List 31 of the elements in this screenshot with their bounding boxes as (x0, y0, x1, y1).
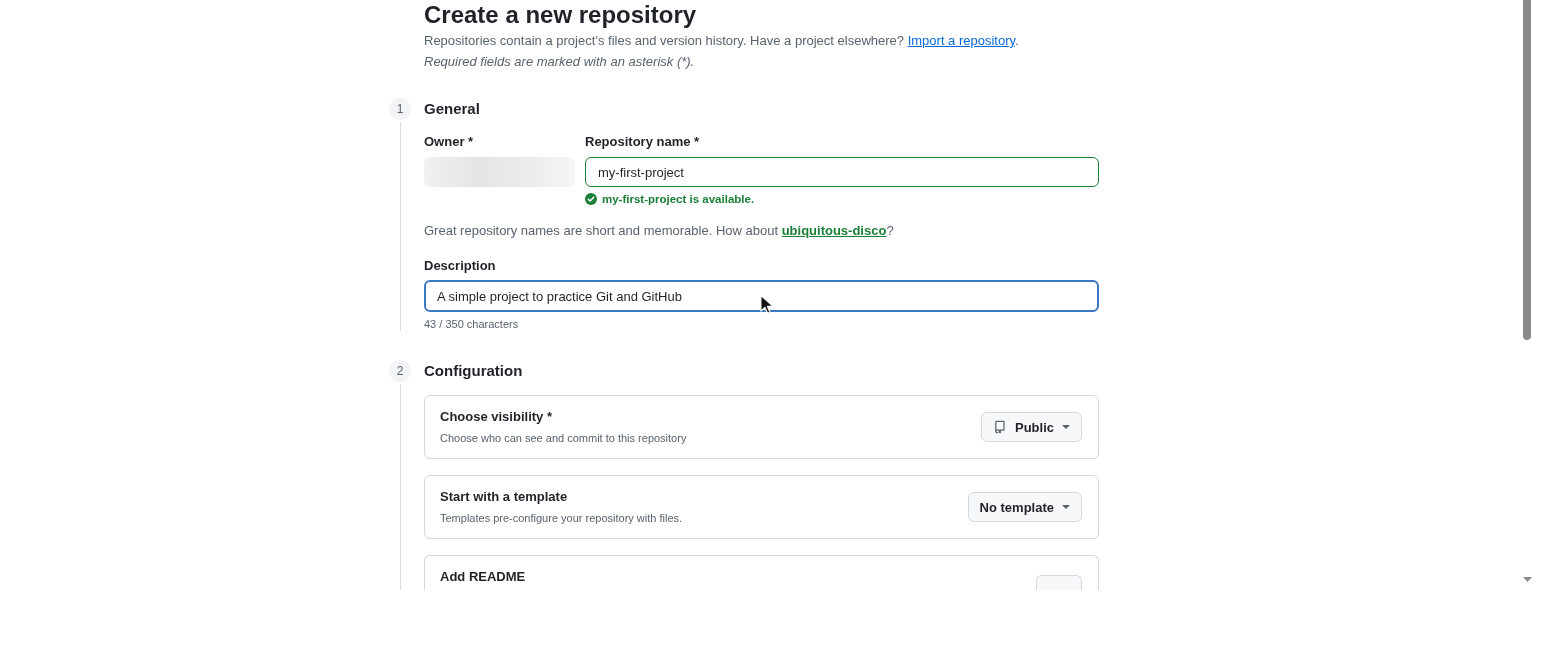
step-number: 1 (389, 98, 411, 120)
repository-name-input[interactable]: my-first-project (585, 157, 1099, 187)
option-description: Choose who can see and commit to this repository (440, 431, 687, 446)
check-circle-icon (585, 193, 597, 205)
section-heading: Configuration (424, 361, 524, 381)
caret-down-icon (1062, 425, 1070, 429)
intro-text: Repositories contain a project’s files and version history. Have a project elsewhere? Import a repository. (424, 32, 1020, 50)
option-description: Templates pre-configure your repository with files. (440, 511, 683, 526)
required-fields-note: Required fields are marked with an asterisk (*). (424, 53, 696, 71)
scrollbar-thumb[interactable] (1523, 0, 1531, 340)
character-counter: 43 / 350 characters (424, 317, 520, 331)
section-heading: General (424, 99, 481, 119)
suggested-name-link[interactable]: ubiquitous-disco (781, 223, 887, 238)
step-number: 2 (389, 360, 411, 382)
repository-name-label: Repository name * (585, 134, 701, 150)
cut-off-control[interactable] (1036, 575, 1082, 590)
visibility-dropdown[interactable]: Public (981, 412, 1082, 442)
description-input[interactable]: A simple project to practice Git and GitHub (424, 280, 1099, 312)
scroll-down-arrow-icon[interactable] (1523, 577, 1532, 582)
owner-label: Owner * (424, 134, 475, 150)
template-dropdown[interactable]: No template (967, 492, 1082, 522)
option-title: Start with a template (440, 488, 569, 506)
repository-icon (993, 420, 1007, 434)
availability-message: my-first-project is available. (602, 192, 755, 207)
caret-down-icon (1062, 505, 1070, 509)
option-title: Add README (440, 568, 526, 586)
description-label: Description (424, 258, 497, 274)
mouse-pointer-icon (760, 294, 774, 315)
page-title: Create a new repository (424, 0, 698, 29)
option-title: Choose visibility * (440, 408, 553, 426)
name-suggestion-text: Great repository names are short and memorable. How about ubiquitous-disco? (424, 222, 895, 240)
